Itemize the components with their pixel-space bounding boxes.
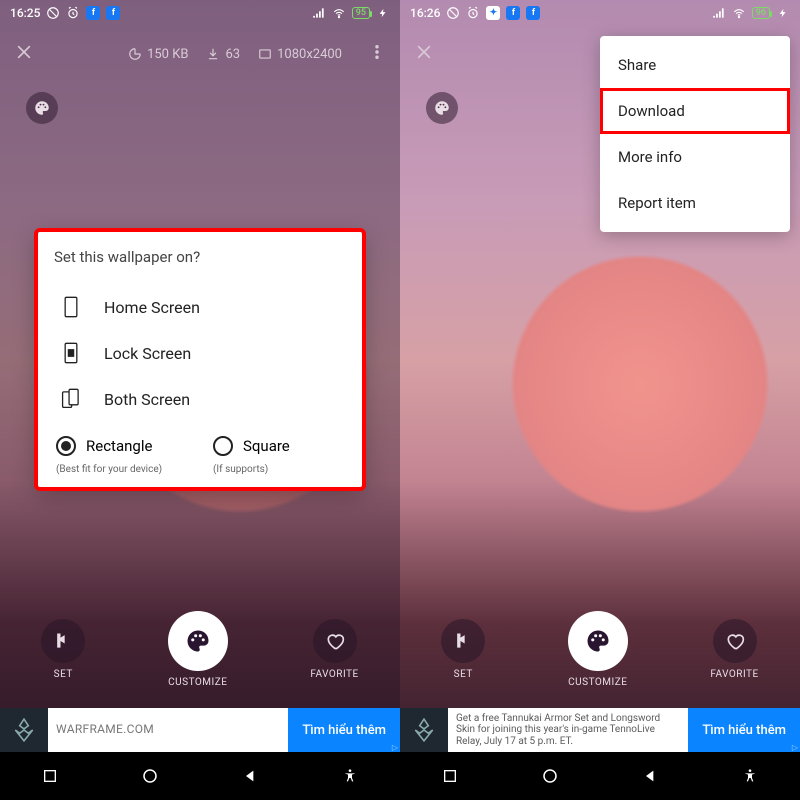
signal-icon — [712, 6, 726, 20]
menu-share[interactable]: Share — [600, 42, 790, 88]
phone-right: 16:26 ✦ f f 96 150 KB Share Download Mor… — [400, 0, 800, 800]
nav-accessibility-icon[interactable] — [339, 765, 361, 787]
nav-home-icon[interactable] — [139, 765, 161, 787]
download-count: 63 — [206, 47, 240, 62]
option-label: Home Screen — [104, 298, 200, 317]
close-icon[interactable] — [414, 42, 434, 66]
menu-report[interactable]: Report item — [600, 180, 790, 226]
action-label: CUSTOMIZE — [568, 677, 627, 688]
more-icon[interactable] — [368, 43, 386, 65]
menu-download[interactable]: Download — [600, 88, 790, 134]
ad-cta-button[interactable]: Tìm hiểu thêm — [288, 708, 400, 752]
nav-recent-icon[interactable] — [439, 765, 461, 787]
favorite-button[interactable]: FAVORITE — [710, 619, 758, 680]
wifi-icon — [332, 6, 346, 20]
dnd-icon — [446, 6, 460, 20]
bolt-icon — [776, 6, 790, 20]
radio-selected-icon — [56, 436, 76, 456]
shape-square[interactable]: Square — [213, 436, 344, 456]
both-screen-icon — [60, 388, 82, 410]
messenger-icon: ✦ — [486, 6, 500, 20]
app-bar: 150 KB 63 1080x2400 — [0, 30, 400, 78]
palette-icon[interactable] — [26, 92, 58, 124]
nav-recent-icon[interactable] — [39, 765, 61, 787]
facebook-icon-2: f — [526, 6, 540, 20]
alarm-icon — [66, 6, 80, 20]
action-label: SET — [454, 669, 473, 680]
battery-indicator: 96 — [752, 7, 770, 19]
set-button[interactable]: SET — [441, 619, 485, 680]
option-home-screen[interactable]: Home Screen — [54, 284, 346, 330]
signal-icon — [312, 6, 326, 20]
lock-phone-icon — [60, 342, 82, 364]
android-nav-bar — [0, 752, 400, 800]
option-label: Both Screen — [104, 390, 190, 409]
favorite-button[interactable]: FAVORITE — [310, 619, 358, 680]
wifi-icon — [732, 6, 746, 20]
status-bar: 16:26 ✦ f f 96 — [400, 0, 800, 26]
nav-back-icon[interactable] — [239, 765, 261, 787]
menu-more-info[interactable]: More info — [600, 134, 790, 180]
status-bar: 16:25 f f 95 — [0, 0, 400, 26]
battery-indicator: 95 — [352, 7, 370, 19]
ad-cta-button[interactable]: Tìm hiểu thêm — [688, 708, 800, 752]
option-label: Lock Screen — [104, 344, 191, 363]
action-label: CUSTOMIZE — [168, 677, 227, 688]
bolt-icon — [376, 6, 390, 20]
action-label: FAVORITE — [710, 669, 758, 680]
android-nav-bar — [400, 752, 800, 800]
bottom-action-row: SET CUSTOMIZE FAVORITE — [400, 611, 800, 688]
hint-rectangle: (Best fit for your device) — [56, 464, 187, 475]
ad-banner[interactable]: Get a free Tannukai Armor Set and Longsw… — [400, 708, 800, 752]
shape-label: Square — [243, 437, 290, 455]
set-button[interactable]: SET — [41, 619, 85, 680]
ad-logo-icon — [400, 708, 448, 752]
facebook-icon: f — [86, 6, 100, 20]
file-size: 150 KB — [128, 47, 188, 62]
nav-home-icon[interactable] — [539, 765, 561, 787]
status-time: 16:25 — [10, 6, 40, 20]
shape-rectangle[interactable]: Rectangle — [56, 436, 187, 456]
hint-square: (If supports) — [213, 464, 344, 475]
phone-outline-icon — [60, 296, 82, 318]
bottom-action-row: SET CUSTOMIZE FAVORITE — [0, 611, 400, 688]
palette-icon[interactable] — [426, 92, 458, 124]
nav-back-icon[interactable] — [639, 765, 661, 787]
option-both-screen[interactable]: Both Screen — [54, 376, 346, 422]
resolution-info: 1080x2400 — [258, 47, 342, 62]
dnd-icon — [46, 6, 60, 20]
facebook-icon: f — [506, 6, 520, 20]
option-lock-screen[interactable]: Lock Screen — [54, 330, 346, 376]
action-label: FAVORITE — [310, 669, 358, 680]
overflow-menu: Share Download More info Report item — [600, 36, 790, 232]
alarm-icon — [466, 6, 480, 20]
nav-accessibility-icon[interactable] — [739, 765, 761, 787]
facebook-icon-2: f — [106, 6, 120, 20]
radio-unselected-icon — [213, 436, 233, 456]
shape-label: Rectangle — [86, 437, 152, 455]
ad-text: Get a free Tannukai Armor Set and Longsw… — [448, 708, 688, 752]
customize-button[interactable]: CUSTOMIZE — [568, 611, 628, 688]
set-wallpaper-dialog: Set this wallpaper on? Home Screen Lock … — [36, 230, 364, 489]
ad-text: WARFRAME.COM — [48, 708, 288, 752]
dialog-title: Set this wallpaper on? — [54, 248, 346, 266]
status-time: 16:26 — [410, 6, 440, 20]
ad-banner[interactable]: WARFRAME.COM Tìm hiểu thêm — [0, 708, 400, 752]
customize-button[interactable]: CUSTOMIZE — [168, 611, 228, 688]
close-icon[interactable] — [14, 42, 34, 66]
phone-left: 16:25 f f 95 150 KB 63 1080x2400 Set thi… — [0, 0, 400, 800]
ad-logo-icon — [0, 708, 48, 752]
action-label: SET — [54, 669, 73, 680]
